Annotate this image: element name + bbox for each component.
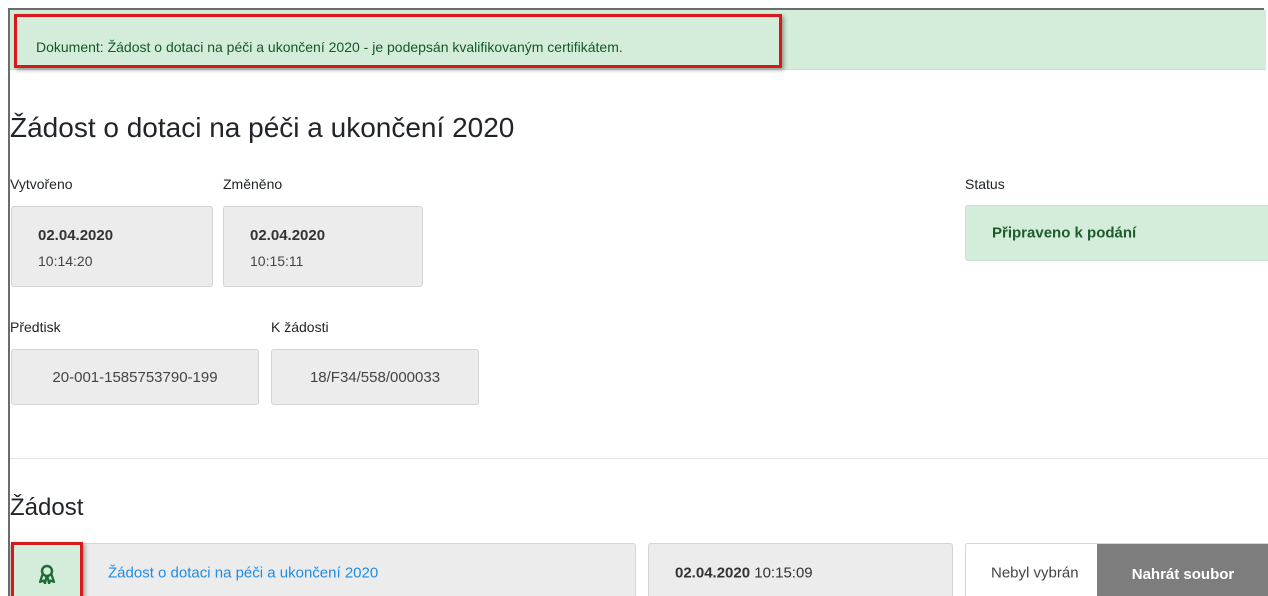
changed-time: 10:15:11	[250, 253, 304, 269]
document-link[interactable]: Žádost o dotaci na péči a ukončení 2020	[108, 565, 378, 582]
created-time: 10:14:20	[38, 253, 93, 269]
status-label: Status	[965, 176, 1005, 192]
created-box: 02.04.2020 10:14:20	[11, 206, 213, 287]
k-zadosti-box: 18/F34/558/000033	[271, 349, 479, 405]
document-time: 10:15:09	[754, 564, 813, 582]
k-zadosti-value: 18/F34/558/000033	[309, 368, 441, 386]
created-date: 02.04.2020	[38, 227, 114, 244]
document-date-box: 02.04.2020 10:15:09	[648, 543, 953, 596]
certificate-cell[interactable]	[14, 546, 80, 596]
changed-label: Změněno	[223, 176, 283, 192]
file-upload[interactable]: Nebyl vybrán Nahrát soubor	[965, 543, 1268, 596]
status-value: Připraveno k podání	[992, 224, 1137, 242]
no-file-label: Nebyl vybrán	[991, 564, 1079, 582]
document-datetime: 02.04.2020 10:15:09	[675, 565, 813, 582]
signature-alert: Dokument: Žádost o dotaci na péči a ukon…	[10, 10, 1266, 70]
created-label: Vytvořeno	[10, 176, 73, 192]
award-icon	[38, 564, 56, 584]
pretisk-box: 20-001-1585753790-199	[11, 349, 259, 405]
page-title: Žádost o dotaci na péči a ukončení 2020	[10, 112, 515, 143]
changed-date: 02.04.2020	[250, 227, 326, 244]
upload-button[interactable]: Nahrát soubor	[1097, 544, 1268, 596]
window-frame	[8, 8, 1264, 596]
section-divider	[10, 458, 1268, 459]
status-badge: Připraveno k podání	[965, 205, 1268, 261]
k-zadosti-label: K žádosti	[271, 319, 329, 335]
pretisk-label: Předtisk	[10, 319, 61, 335]
alert-message: Dokument: Žádost o dotaci na péči a ukon…	[36, 39, 623, 55]
section-title: Žádost	[10, 494, 84, 521]
pretisk-value: 20-001-1585753790-199	[52, 368, 218, 386]
document-date: 02.04.2020	[675, 564, 751, 582]
changed-box: 02.04.2020 10:15:11	[223, 206, 423, 287]
